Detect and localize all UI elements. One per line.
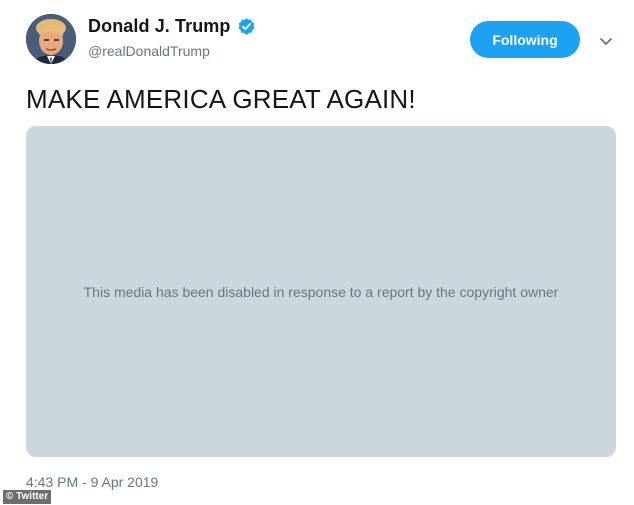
tweet-card: Donald J. Trump @realDonaldTrump Followi… bbox=[0, 0, 634, 505]
user-handle[interactable]: @realDonaldTrump bbox=[88, 43, 210, 59]
profile-photo-icon bbox=[26, 14, 76, 64]
author-name-row: Donald J. Trump bbox=[88, 16, 256, 37]
avatar[interactable] bbox=[26, 14, 76, 64]
media-disabled-message: This media has been disabled in response… bbox=[83, 283, 559, 300]
display-name[interactable]: Donald J. Trump bbox=[88, 16, 231, 37]
following-button[interactable]: Following bbox=[470, 21, 580, 58]
image-credit: © Twitter bbox=[3, 490, 52, 504]
verified-badge-icon bbox=[237, 17, 256, 36]
media-placeholder: This media has been disabled in response… bbox=[26, 126, 616, 457]
tweet-timestamp[interactable]: 4:43 PM - 9 Apr 2019 bbox=[26, 474, 158, 490]
chevron-down-icon[interactable] bbox=[598, 33, 614, 49]
tweet-text: MAKE AMERICA GREAT AGAIN! bbox=[26, 84, 416, 114]
